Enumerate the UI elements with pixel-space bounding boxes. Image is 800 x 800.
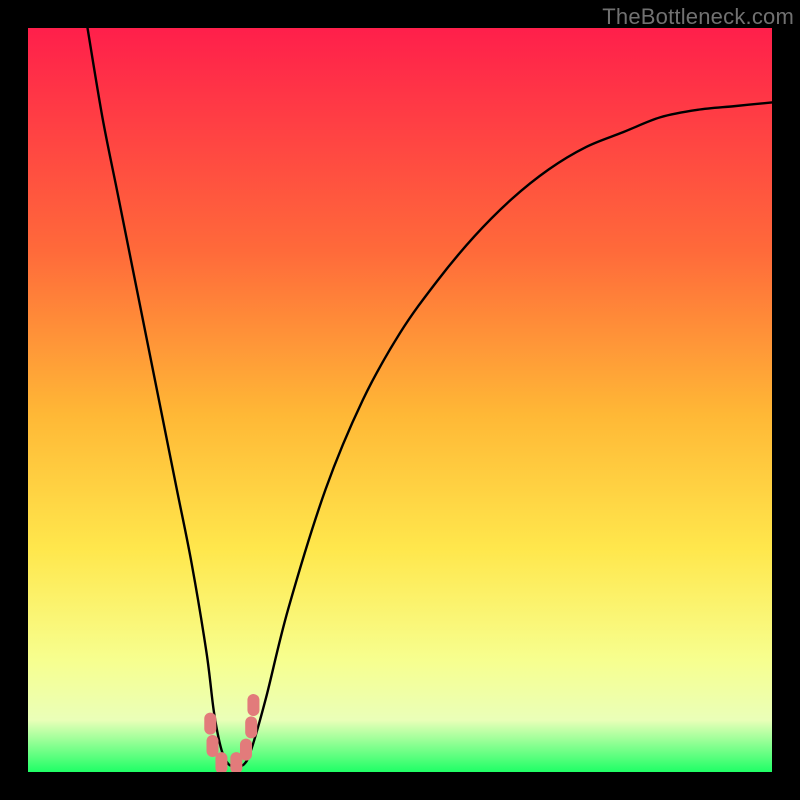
- marker-pill: [245, 716, 257, 738]
- chart-frame: TheBottleneck.com: [0, 0, 800, 800]
- watermark-text: TheBottleneck.com: [602, 4, 794, 30]
- marker-pill: [247, 694, 259, 716]
- marker-pill: [204, 713, 216, 735]
- plot-area: [28, 28, 772, 772]
- bottleneck-chart: [28, 28, 772, 772]
- marker-pill: [240, 739, 252, 761]
- marker-pill: [207, 735, 219, 757]
- gradient-bg: [28, 28, 772, 772]
- marker-pill: [215, 752, 227, 772]
